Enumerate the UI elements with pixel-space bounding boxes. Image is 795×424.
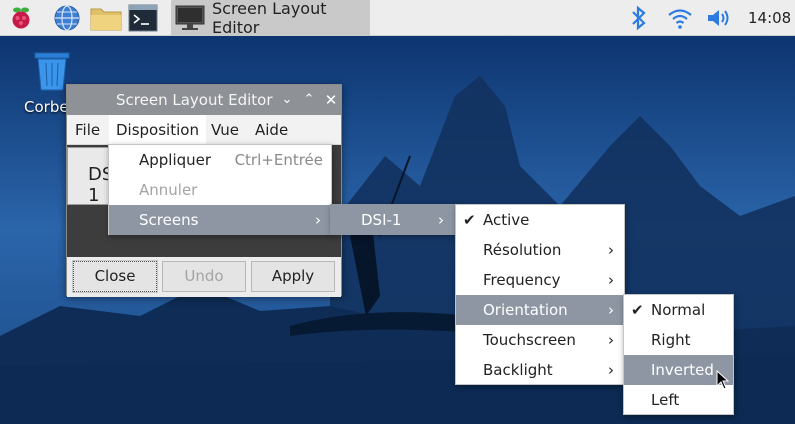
menu-item-frequency[interactable]: Frequency › [456, 265, 624, 295]
chevron-right-icon: › [438, 211, 444, 229]
screen-dsi-1[interactable]: DSI-1 [67, 147, 125, 206]
appliquer-shortcut: Ctrl+Entrée [234, 151, 323, 169]
left-label: Left [651, 391, 680, 409]
menubar: File Disposition Vue Aide [67, 115, 341, 145]
chevron-right-icon: › [608, 361, 614, 379]
menu-aide[interactable]: Aide [248, 115, 295, 145]
dsi-1-label: DSI-1 [361, 211, 402, 229]
close-button[interactable]: Close [72, 260, 158, 293]
menu-item-orientation[interactable]: Orientation › [456, 295, 624, 325]
right-label: Right [651, 331, 691, 349]
menu-item-backlight[interactable]: Backlight › [456, 355, 624, 385]
disposition-menu: Appliquer Ctrl+Entrée Annuler Screens › [108, 144, 332, 235]
menu-file[interactable]: File [68, 115, 107, 145]
chevron-right-icon: › [315, 211, 321, 229]
mouse-cursor-icon [716, 370, 730, 390]
screens-label: Screens [139, 211, 199, 229]
menu-item-right[interactable]: Right [624, 325, 733, 355]
chevron-right-icon: › [608, 331, 614, 349]
bluetooth-icon[interactable] [624, 3, 654, 33]
menu-item-dsi-1[interactable]: DSI-1 › [331, 205, 454, 235]
orientation-label: Orientation [483, 301, 568, 319]
clock: 14:08 [748, 9, 792, 27]
menu-item-resolution[interactable]: Résolution › [456, 235, 624, 265]
wifi-icon[interactable] [665, 3, 695, 33]
menu-item-touchscreen[interactable]: Touchscreen › [456, 325, 624, 355]
volume-icon[interactable] [704, 3, 734, 33]
apply-button[interactable]: Apply [251, 261, 335, 292]
menu-disposition[interactable]: Disposition [109, 115, 206, 145]
active-label: Active [483, 211, 530, 229]
checkmark-icon: ✔ [631, 301, 644, 319]
maximize-icon[interactable]: ⌃ [301, 92, 317, 108]
annuler-label: Annuler [139, 181, 198, 199]
dsi-submenu: ✔ Active Résolution › Frequency › Orient… [455, 204, 625, 385]
backlight-label: Backlight [483, 361, 553, 379]
close-icon[interactable]: ✕ [323, 92, 339, 108]
resolution-label: Résolution [483, 241, 562, 259]
chevron-right-icon: › [608, 241, 614, 259]
terminal-icon[interactable] [128, 3, 158, 33]
screens-submenu: DSI-1 › [330, 204, 455, 235]
chevron-right-icon: › [608, 271, 614, 289]
menu-item-annuler[interactable]: Annuler [109, 175, 331, 205]
window-title: Screen Layout Editor [116, 91, 273, 109]
checkmark-icon: ✔ [463, 211, 476, 229]
inverted-label: Inverted [651, 361, 714, 379]
menu-item-active[interactable]: ✔ Active [456, 205, 624, 235]
taskbar-window-button[interactable]: Screen Layout Editor [171, 0, 370, 37]
menu-item-screens[interactable]: Screens › [109, 205, 331, 235]
menu-vue[interactable]: Vue [204, 115, 246, 145]
menu-item-normal[interactable]: ✔ Normal [624, 295, 733, 325]
taskbar: Screen Layout Editor 14:08 [0, 0, 795, 37]
appliquer-label: Appliquer [139, 151, 212, 169]
chevron-right-icon: › [608, 301, 614, 319]
web-browser-icon[interactable] [52, 3, 82, 33]
menu-item-appliquer[interactable]: Appliquer Ctrl+Entrée [109, 145, 331, 175]
monitor-icon [174, 4, 206, 32]
button-row: Close Undo Apply [67, 257, 341, 297]
raspberry-menu-icon[interactable] [6, 3, 36, 33]
normal-label: Normal [651, 301, 706, 319]
window-titlebar[interactable]: Screen Layout Editor ⌄ ⌃ ✕ [67, 85, 341, 115]
file-manager-icon[interactable] [89, 3, 123, 33]
orientation-submenu: ✔ Normal Right Inverted Left [623, 294, 734, 415]
frequency-label: Frequency [483, 271, 561, 289]
touchscreen-label: Touchscreen [483, 331, 576, 349]
minimize-icon[interactable]: ⌄ [279, 92, 295, 108]
taskbar-window-label: Screen Layout Editor [212, 0, 327, 37]
undo-button[interactable]: Undo [162, 261, 246, 292]
